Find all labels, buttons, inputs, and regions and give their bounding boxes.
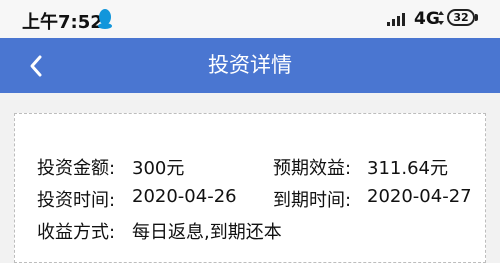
battery-tip <box>475 14 478 21</box>
chevron-left-icon <box>30 55 42 77</box>
amount-value: 300元 <box>132 158 185 179</box>
page-title: 投资详情 <box>208 53 292 77</box>
method-value: 每日返息,到期还本 <box>132 222 282 243</box>
expected-value: 311.64元 <box>367 158 448 179</box>
nav-bar: 投资详情 <box>0 38 500 93</box>
status-bar: 上午7:52 4G 32 <box>0 0 500 38</box>
back-button[interactable] <box>20 50 60 82</box>
amount-label: 投资金额: <box>37 158 116 179</box>
invest-time-label: 投资时间: <box>37 190 116 211</box>
signal-icon <box>387 13 405 26</box>
due-time-value: 2020-04-27 <box>367 186 472 207</box>
qq-icon <box>98 9 112 29</box>
investment-details-card: 投资金额: 300元 预期效益: 311.64元 投资时间: 2020-04-2… <box>14 113 486 263</box>
due-time-label: 到期时间: <box>273 190 352 211</box>
method-label: 收益方式: <box>37 222 116 243</box>
expected-label: 预期效益: <box>273 158 352 179</box>
battery-icon: 32 <box>447 9 475 26</box>
status-time: 上午7:52 <box>22 12 103 33</box>
network-label: 4G <box>414 9 440 29</box>
invest-time-value: 2020-04-26 <box>132 186 237 207</box>
network-arrows-icon <box>438 11 444 25</box>
battery-level: 32 <box>453 11 469 24</box>
